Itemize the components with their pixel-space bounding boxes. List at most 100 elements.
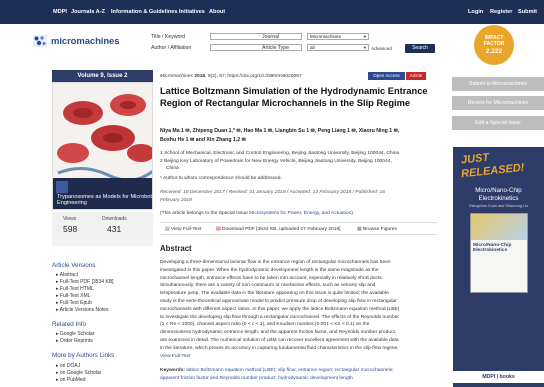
citation-line: Micromachines 2018, 9(2), 87; https://do… xyxy=(160,74,302,79)
cover-artwork-icon xyxy=(53,83,152,209)
version-full-text-html[interactable]: ▸ Full-Text HTML xyxy=(56,286,94,292)
journal-select[interactable]: Micromachines ▾ xyxy=(307,33,369,40)
download-pdf-button[interactable]: ▤ Download PDF [3534 KB, uploaded 27 Feb… xyxy=(216,226,341,232)
version-full-text-xml[interactable]: ▸ Full-Text XML xyxy=(56,293,90,299)
abstract-body: Developing a three-dimensional laminar f… xyxy=(160,259,437,360)
keywords-label: Keywords: xyxy=(160,368,186,373)
search-button[interactable]: Search xyxy=(405,44,435,53)
more-by-authors-heading: More by Authors Links xyxy=(52,352,115,359)
volume-issue-bar[interactable]: Volume 9, Issue 2 xyxy=(52,70,153,82)
impact-factor-badge[interactable]: IMPACT FACTOR 2.222 xyxy=(474,25,514,65)
ad-book-title-1: Micro/Nano-Chip xyxy=(475,187,522,194)
keywords-line-2[interactable]: apparent friction factor and Reynolds nu… xyxy=(160,376,353,381)
version-full-text-epub[interactable]: ▸ Full-Text Epub xyxy=(56,300,92,306)
nav-mdpi[interactable]: MDPI xyxy=(53,9,67,15)
nav-submit[interactable]: Submit xyxy=(518,9,537,15)
ad-book-title-2: Electrokinetics xyxy=(478,195,519,202)
view-full-text-link[interactable]: View Full-Text xyxy=(160,353,437,361)
top-navigation-bar: MDPI Journals A-Z Information & Guidelin… xyxy=(0,0,544,24)
version-full-text-pdf[interactable]: ▸ Full-Text PDF [3534 KB] xyxy=(56,279,114,285)
ad-cover-title-1: Micro/Nano-Chip xyxy=(473,243,512,248)
related-google-scholar[interactable]: ▸ Google Scholar xyxy=(56,331,94,337)
advanced-search-link[interactable]: Advanced xyxy=(371,46,392,51)
keywords-line-1: Keywords: lattice Boltzmann equation met… xyxy=(160,368,394,373)
article-type-select[interactable]: all ▾ xyxy=(307,44,369,51)
special-prefix: (This article belongs to the Special Iss… xyxy=(160,211,250,216)
abstract-line: are examined in detail. The numerical so… xyxy=(160,337,399,343)
affiliation-1: 1 School of Mechanical, Electronic and C… xyxy=(160,151,400,156)
nav-register[interactable]: Register xyxy=(490,9,512,15)
article-type-value: all xyxy=(310,45,315,50)
more-scholar-label: on Google Scholar xyxy=(59,370,102,376)
authors-line-2[interactable]: Boshu He 1 ✉ and Xin Zhang 1,2 ✉ xyxy=(160,137,246,143)
special-suffix: ) xyxy=(351,211,353,216)
abstract-line: dimensionless hydrodynamic entrance leng… xyxy=(160,330,397,336)
version-html-label: Full-Text HTML xyxy=(59,286,94,292)
citation-rest[interactable]: , 9(2), 87; https://doi.org/10.3390/mi90… xyxy=(205,74,302,79)
dates-line-2: February 2018 xyxy=(160,198,192,203)
ad-publisher: MDPI | books xyxy=(453,371,544,383)
chevron-down-icon: ▾ xyxy=(363,34,366,39)
ad-cover-title-2: Electrokinetics xyxy=(473,248,508,253)
version-notes[interactable]: ▸ Article Versions Notes xyxy=(56,307,109,313)
version-xml-label: Full-Text XML xyxy=(59,293,91,299)
affiliation-2b: China xyxy=(166,166,179,171)
views-label: Views xyxy=(63,216,77,222)
abstract-line: microchannels with different aspect rati… xyxy=(160,306,400,312)
version-epub-label: Full-Text Epub xyxy=(59,300,92,306)
related-order-reprints[interactable]: ▸ Order Reprints xyxy=(56,338,93,344)
dates-line-1: Received: 18 December 2017 / Revised: 31… xyxy=(160,190,385,195)
document-icon: ▤ xyxy=(165,227,170,232)
review-for-journal-button[interactable]: Review for Micromachines xyxy=(452,96,544,110)
article-type-label: Article Type xyxy=(262,45,290,51)
book-advertisement[interactable]: JUST RELEASED! Micro/Nano-Chip Electroki… xyxy=(453,147,544,387)
chevron-down-icon: ▾ xyxy=(363,45,366,50)
more-google-scholar[interactable]: ▸ on Google Scholar xyxy=(56,370,101,376)
keywords-links-1[interactable]: lattice Boltzmann equation method (LBE);… xyxy=(186,368,393,373)
title-keyword-label: Title / Keyword xyxy=(151,34,186,40)
view-full-text-label: View Full-Text xyxy=(170,227,202,232)
citation-journal[interactable]: Micromachines xyxy=(160,74,193,79)
open-access-badge[interactable]: Open Access xyxy=(368,72,405,80)
issue-cover[interactable]: Trypanosomes as Models for Microbot Engi… xyxy=(52,82,153,210)
nav-journals[interactable]: Journals A-Z xyxy=(71,9,105,15)
nav-information[interactable]: Information & Guidelines xyxy=(111,9,178,15)
special-issue-link[interactable]: Microsystems for Power, Energy, and Actu… xyxy=(249,211,351,216)
impact-value: 2.222 xyxy=(485,48,503,55)
abstract-line: to investigate the developing slip flow … xyxy=(160,314,400,320)
ad-editors: Xiangchun Xuan and Shaorong Liu xyxy=(469,204,528,208)
version-abstract[interactable]: ▸ Abstract xyxy=(56,272,78,278)
authors-line-1[interactable]: Niya Ma 1 ✉, Zhipeng Duan 1,* ✉, Hao Ma … xyxy=(160,128,399,134)
more-pubmed[interactable]: ▸ on PubMed xyxy=(56,377,85,383)
figures-icon: ▦ xyxy=(357,227,362,232)
abstract-line: temperature jump. The available data in … xyxy=(160,291,389,297)
version-abstract-label: Abstract xyxy=(59,272,78,278)
ad-book-cover-art xyxy=(471,214,527,240)
nav-login[interactable]: Login xyxy=(468,9,483,15)
nav-about[interactable]: About xyxy=(209,9,225,15)
abstract-line: (1 < Re < 1000), channel aspect ratio (0… xyxy=(160,322,370,328)
view-full-text-button[interactable]: ▤ View Full-Text xyxy=(165,226,201,232)
related-google-scholar-label: Google Scholar xyxy=(59,331,95,337)
version-pdf-label: Full-Text PDF [3534 KB] xyxy=(59,279,114,285)
journal-select-value: Micromachines xyxy=(310,34,341,39)
submit-to-journal-button[interactable]: Submit to Micromachines xyxy=(452,77,544,91)
downloads-label: Downloads xyxy=(102,216,127,222)
download-pdf-label: Download PDF [3534 KB, uploaded 27 Febru… xyxy=(221,227,341,232)
article-title: Lattice Boltzmann Simulation of the Hydr… xyxy=(160,86,428,108)
affiliation-2a: 2 Beijing Key Laboratory of Powertrain f… xyxy=(160,159,392,164)
edit-special-issue-button[interactable]: Edit a Special Issue xyxy=(452,116,544,130)
nav-initiatives[interactable]: Initiatives xyxy=(179,9,205,15)
title-keyword-input[interactable] xyxy=(210,33,302,40)
corresponding-author-note: * Author to whom correspondence should b… xyxy=(160,176,282,181)
abstract-line: study is the semi-theoretical approximat… xyxy=(160,298,397,304)
abstract-line: in the literature, which proves its accu… xyxy=(160,345,399,351)
journal-name[interactable]: micromachines xyxy=(51,36,120,47)
related-reprints-label: Order Reprints xyxy=(59,338,93,344)
special-issue-note: (This article belongs to the Special Iss… xyxy=(160,211,353,216)
cover-title: Trypanosomes as Models for Microbot Engi… xyxy=(57,194,152,207)
browse-figures-button[interactable]: ▦ Browse Figures xyxy=(357,226,397,232)
micromachines-logo-icon[interactable] xyxy=(33,35,47,47)
more-doaj[interactable]: ▸ on DOAJ xyxy=(56,363,80,369)
browse-figures-label: Browse Figures xyxy=(362,227,397,232)
